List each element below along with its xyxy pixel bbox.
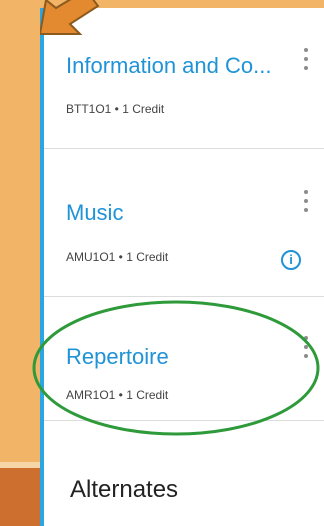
course-title[interactable]: Music bbox=[66, 200, 123, 226]
arrow-pointer-icon bbox=[40, 0, 100, 35]
highlight-ellipse bbox=[32, 300, 320, 436]
course-card-music[interactable]: Music AMU1O1 • 1 Credit i bbox=[44, 148, 324, 297]
course-meta: AMU1O1 • 1 Credit bbox=[66, 250, 169, 264]
kebab-icon[interactable] bbox=[301, 190, 311, 220]
course-title[interactable]: Information and Co... bbox=[66, 53, 271, 79]
course-meta: BTT1O1 • 1 Credit bbox=[66, 102, 165, 116]
course-list-panel: Information and Co... BTT1O1 • 1 Credit … bbox=[40, 8, 324, 526]
alternates-heading: Alternates bbox=[70, 476, 179, 503]
band-divider bbox=[0, 462, 40, 468]
info-icon[interactable]: i bbox=[281, 250, 301, 270]
kebab-icon[interactable] bbox=[301, 48, 311, 78]
